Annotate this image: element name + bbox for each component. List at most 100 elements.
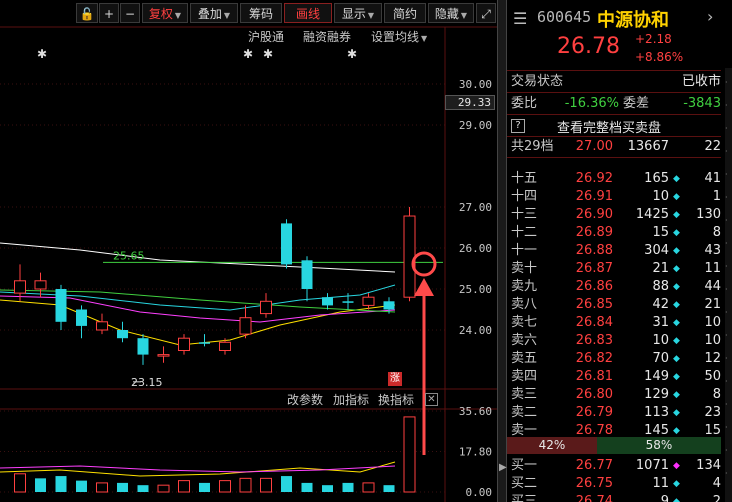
volume-bar-up xyxy=(239,477,252,493)
volume-tick-label: 0.00 xyxy=(466,486,493,499)
xianshi-dropdown[interactable]: 显示 ▼ xyxy=(334,3,382,23)
indicator-bar-change: 换指标 xyxy=(378,391,414,408)
ask-level-row[interactable]: 十一 26.88 304 ◆ 43 xyxy=(511,242,723,260)
yincang-dropdown[interactable]: 隐藏 ▼ xyxy=(428,3,474,23)
ask-level-row[interactable]: 卖六 26.83 10 ◆ 10 xyxy=(511,332,723,350)
ask-price: 26.92 xyxy=(575,171,613,186)
candle-body-up xyxy=(96,321,108,331)
diamond-icon: ◆ xyxy=(673,282,680,292)
volume-bar-down xyxy=(137,485,149,492)
add-indicator-button[interactable]: 加指标 xyxy=(333,393,369,407)
ask-level-row[interactable]: 十二 26.89 15 ◆ 8 xyxy=(511,224,723,242)
rongzi-link[interactable]: 融资融券 xyxy=(303,28,351,45)
side-tab-mark: · xyxy=(725,377,728,386)
diamond-icon: ◆ xyxy=(673,192,680,202)
candle-body-up xyxy=(219,341,231,351)
stock-code: 600645 xyxy=(537,8,592,26)
buy-sell-ratio-bar: 42% 58% xyxy=(507,437,721,454)
ask-order-count: 1 xyxy=(712,189,721,204)
ask-level-row[interactable]: 卖八 26.85 42 ◆ 21 xyxy=(511,296,723,314)
ask-level-row[interactable]: 十三 26.90 1425 ◆ 130 xyxy=(511,206,723,224)
close-icon[interactable]: ✕ xyxy=(425,393,438,406)
ask-volume: 1425 xyxy=(635,207,669,222)
side-tab-mark: · xyxy=(725,239,728,248)
chevron-down-icon: ▼ xyxy=(174,11,182,20)
zoom-in-button[interactable]: + xyxy=(99,3,119,23)
volume-bar-down xyxy=(117,482,128,492)
change-indicator-button[interactable]: 换指标 xyxy=(378,393,414,407)
event-marker-icon: ✱ xyxy=(347,47,357,61)
levels-vol: 13667 xyxy=(627,139,669,154)
bid-level-label: 买三 xyxy=(511,494,538,502)
ask-order-count: 10 xyxy=(704,333,721,348)
ask-level-row[interactable]: 卖二 26.79 113 ◆ 23 xyxy=(511,404,723,422)
menu-icon[interactable]: ☰ xyxy=(513,9,527,28)
chevron-down-icon: ▼ xyxy=(367,11,375,20)
kline-chart-svg[interactable]: 30.00 29.00 27.00 26.00 25.00 24.00 35.60 17.80… xyxy=(0,0,497,502)
help-icon[interactable]: ? xyxy=(511,119,525,133)
lock-icon[interactable]: 🔓 xyxy=(76,3,98,23)
fuquan-dropdown[interactable]: 复权 ▼ xyxy=(142,3,188,23)
ask-level-label: 卖六 xyxy=(511,333,538,348)
kline-chart-area[interactable]: 30.00 29.00 27.00 26.00 25.00 24.00 35.60 17.80… xyxy=(0,0,497,502)
bid-order-count: 134 xyxy=(696,458,721,473)
candle-body-up xyxy=(157,354,170,357)
bid-level-row[interactable]: 买一 26.77 1071 ◆ 134 xyxy=(511,457,723,475)
diamond-icon: ◆ xyxy=(673,408,680,418)
ask-level-row[interactable]: 卖四 26.81 149 ◆ 50 xyxy=(511,368,723,386)
ask-level-row[interactable]: 十五 26.92 165 ◆ 41 xyxy=(511,170,723,188)
ask-level-label: 十一 xyxy=(511,243,538,258)
side-tab-mark: · xyxy=(725,262,728,271)
diejia-dropdown[interactable]: 叠加 ▼ xyxy=(190,3,238,23)
divider xyxy=(507,70,721,71)
diamond-icon: ◆ xyxy=(673,246,680,256)
ask-level-row[interactable]: 卖九 26.86 88 ◆ 44 xyxy=(511,278,723,296)
ask-level-row[interactable]: 卖五 26.82 70 ◆ 12 xyxy=(511,350,723,368)
ask-order-count: 50 xyxy=(704,369,721,384)
ask-price: 26.85 xyxy=(575,297,613,312)
chevron-right-icon[interactable]: ▶ xyxy=(499,462,507,473)
side-tab-mark: · xyxy=(725,331,728,340)
ask-level-label: 卖七 xyxy=(511,315,538,330)
volume-bar-up xyxy=(14,473,26,493)
huaxian-button[interactable]: 画线 xyxy=(284,3,332,23)
indicator-bar: 改参数 xyxy=(287,391,323,408)
bid-level-row[interactable]: 买二 26.75 11 ◆ 4 xyxy=(511,475,723,493)
ask-volume: 149 xyxy=(644,369,669,384)
side-tab-strip[interactable]: · · · · · · · · · · · · · · · · · · xyxy=(725,68,732,502)
price-tick-label: 27.00 xyxy=(459,201,492,214)
volume-bar-down xyxy=(76,480,87,492)
bid-level-row[interactable]: 买三 26.74 9 ◆ 2 xyxy=(511,493,723,502)
ask-level-row[interactable]: 卖七 26.84 31 ◆ 10 xyxy=(511,314,723,332)
ask-level-row[interactable]: 卖三 26.80 129 ◆ 8 xyxy=(511,386,723,404)
ask-level-row[interactable]: 十四 26.91 10 ◆ 1 xyxy=(511,188,723,206)
indicator-bar-add: 加指标 xyxy=(333,391,369,408)
change-params-button[interactable]: 改参数 xyxy=(287,393,323,407)
expand-icon[interactable]: ⤢ xyxy=(476,3,496,23)
trade-status-label: 交易状态 xyxy=(511,74,564,89)
ask-level-label: 卖八 xyxy=(511,297,538,312)
chevron-right-icon[interactable]: › xyxy=(707,7,713,26)
full-book-link[interactable]: 查看完整档买卖盘 xyxy=(557,117,661,136)
ask-volume: 10 xyxy=(652,333,669,348)
chouma-button[interactable]: 筹码 xyxy=(240,3,282,23)
event-marker-icon: ✱ xyxy=(263,47,273,61)
ask-level-label: 卖九 xyxy=(511,279,538,294)
jianyue-button[interactable]: 简约 xyxy=(384,3,426,23)
ask-price: 26.89 xyxy=(575,225,613,240)
zoom-out-button[interactable]: − xyxy=(120,3,140,23)
shezhi-junxian-link[interactable]: 设置均线 ▼ xyxy=(371,28,427,45)
diamond-icon: ◆ xyxy=(673,390,680,400)
ask-level-row[interactable]: 卖十 26.87 21 ◆ 11 xyxy=(511,260,723,278)
price-tick-label: 26.00 xyxy=(459,242,492,255)
volume-bar-down xyxy=(322,485,333,492)
trade-status-row: 交易状态 已收市 xyxy=(511,73,721,91)
quote-panel: ☰ 600645 中源协和 › 26.78 +2.18 +8.86% 交易状态 … xyxy=(507,0,732,502)
diamond-icon: ◆ xyxy=(673,372,680,382)
side-tab-mark: · xyxy=(725,423,728,432)
side-tab-mark: · xyxy=(725,216,728,225)
panel-divider[interactable] xyxy=(497,0,507,502)
levels-summary-row: 共29档 27.00 13667 22 xyxy=(511,138,721,156)
hugutong-link[interactable]: 沪股通 xyxy=(248,28,284,45)
diamond-icon: ◆ xyxy=(673,174,680,184)
